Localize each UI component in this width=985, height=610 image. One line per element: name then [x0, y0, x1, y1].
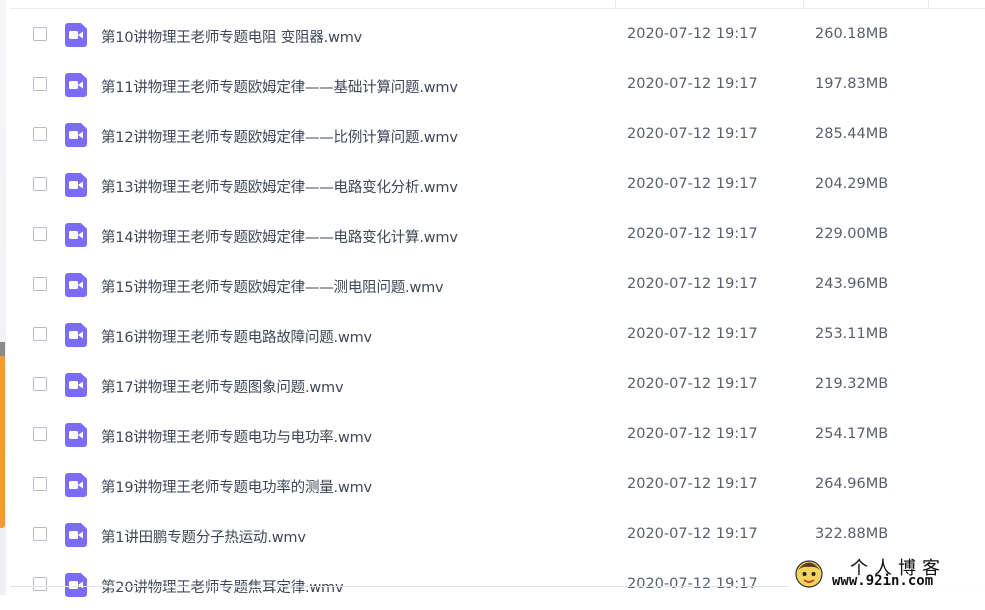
row-checkbox[interactable]: [33, 177, 47, 191]
file-name[interactable]: 第16讲物理王老师专题电路故障问题.wmv: [101, 326, 372, 347]
file-name[interactable]: 第18讲物理王老师专题电功与电功率.wmv: [101, 426, 372, 447]
file-name[interactable]: 第17讲物理王老师专题图象问题.wmv: [101, 376, 344, 397]
file-size: 254.17MB: [815, 426, 889, 442]
file-name[interactable]: 第15讲物理王老师专题欧姆定律——测电阻问题.wmv: [101, 276, 444, 297]
video-file-icon: [65, 473, 87, 497]
file-name[interactable]: 第19讲物理王老师专题电功率的测量.wmv: [101, 476, 372, 497]
file-modified-date: 2020-07-12 19:17: [627, 376, 758, 392]
file-name[interactable]: 第1讲田鹏专题分子热运动.wmv: [101, 526, 306, 547]
file-name[interactable]: 第11讲物理王老师专题欧姆定律——基础计算问题.wmv: [101, 76, 458, 97]
file-modified-date: 2020-07-12 19:17: [627, 26, 758, 42]
file-row[interactable]: 第13讲物理王老师专题欧姆定律——电路变化分析.wmv 2020-07-12 1…: [0, 160, 985, 210]
blog-watermark: 个人博客 www.92in.com: [788, 552, 985, 595]
file-size: 260.18MB: [815, 26, 889, 42]
file-modified-date: 2020-07-12 19:17: [627, 176, 758, 192]
video-file-icon: [65, 573, 87, 597]
video-file-icon: [65, 273, 87, 297]
row-checkbox[interactable]: [33, 327, 47, 341]
file-size: 253.11MB: [815, 326, 889, 342]
header-separator: [10, 8, 985, 9]
row-checkbox[interactable]: [33, 227, 47, 241]
file-row[interactable]: 第11讲物理王老师专题欧姆定律——基础计算问题.wmv 2020-07-12 1…: [0, 60, 985, 110]
video-file-icon: [65, 173, 87, 197]
file-name[interactable]: 第14讲物理王老师专题欧姆定律——电路变化计算.wmv: [101, 226, 458, 247]
video-file-icon: [65, 73, 87, 97]
video-file-icon: [65, 373, 87, 397]
row-checkbox[interactable]: [33, 127, 47, 141]
row-checkbox[interactable]: [33, 577, 47, 591]
watermark-url: www.92in.com: [832, 573, 934, 589]
video-file-icon: [65, 23, 87, 47]
row-checkbox[interactable]: [33, 277, 47, 291]
video-file-icon: [65, 423, 87, 447]
row-checkbox[interactable]: [33, 527, 47, 541]
file-size: 229.00MB: [815, 226, 889, 242]
file-modified-date: 2020-07-12 19:17: [627, 76, 758, 92]
row-checkbox[interactable]: [33, 477, 47, 491]
file-row[interactable]: 第16讲物理王老师专题电路故障问题.wmv 2020-07-12 19:17 2…: [0, 310, 985, 360]
file-size: 322.88MB: [815, 526, 889, 542]
file-size: 243.96MB: [815, 276, 889, 292]
file-row[interactable]: 第14讲物理王老师专题欧姆定律——电路变化计算.wmv 2020-07-12 1…: [0, 210, 985, 260]
video-file-icon: [65, 223, 87, 247]
file-size: 264.96MB: [815, 476, 889, 492]
column-header-dividers: [0, 0, 985, 9]
file-modified-date: 2020-07-12 19:17: [627, 526, 758, 542]
row-checkbox[interactable]: [33, 27, 47, 41]
file-row[interactable]: 第18讲物理王老师专题电功与电功率.wmv 2020-07-12 19:17 2…: [0, 410, 985, 460]
row-checkbox[interactable]: [33, 427, 47, 441]
row-checkbox[interactable]: [33, 77, 47, 91]
file-modified-date: 2020-07-12 19:17: [627, 576, 758, 592]
file-list: 第10讲物理王老师专题电阻 变阻器.wmv 2020-07-12 19:17 2…: [0, 10, 985, 597]
file-row[interactable]: 第12讲物理王老师专题欧姆定律——比例计算问题.wmv 2020-07-12 1…: [0, 110, 985, 160]
file-row[interactable]: 第10讲物理王老师专题电阻 变阻器.wmv 2020-07-12 19:17 2…: [0, 10, 985, 60]
mascot-icon: [793, 557, 825, 589]
file-name[interactable]: 第12讲物理王老师专题欧姆定律——比例计算问题.wmv: [101, 126, 458, 147]
file-row[interactable]: 第15讲物理王老师专题欧姆定律——测电阻问题.wmv 2020-07-12 19…: [0, 260, 985, 310]
file-size: 197.83MB: [815, 76, 889, 92]
file-modified-date: 2020-07-12 19:17: [627, 226, 758, 242]
video-file-icon: [65, 123, 87, 147]
file-row[interactable]: 第19讲物理王老师专题电功率的测量.wmv 2020-07-12 19:17 2…: [0, 460, 985, 510]
file-size: 219.32MB: [815, 376, 889, 392]
file-row[interactable]: 第17讲物理王老师专题图象问题.wmv 2020-07-12 19:17 219…: [0, 360, 985, 410]
file-modified-date: 2020-07-12 19:17: [627, 126, 758, 142]
file-modified-date: 2020-07-12 19:17: [627, 426, 758, 442]
file-modified-date: 2020-07-12 19:17: [627, 276, 758, 292]
row-checkbox[interactable]: [33, 377, 47, 391]
file-size: 285.44MB: [815, 126, 889, 142]
file-modified-date: 2020-07-12 19:17: [627, 476, 758, 492]
file-modified-date: 2020-07-12 19:17: [627, 326, 758, 342]
video-file-icon: [65, 523, 87, 547]
file-name[interactable]: 第13讲物理王老师专题欧姆定律——电路变化分析.wmv: [101, 176, 458, 197]
file-name[interactable]: 第10讲物理王老师专题电阻 变阻器.wmv: [101, 26, 362, 47]
video-file-icon: [65, 323, 87, 347]
file-size: 204.29MB: [815, 176, 889, 192]
